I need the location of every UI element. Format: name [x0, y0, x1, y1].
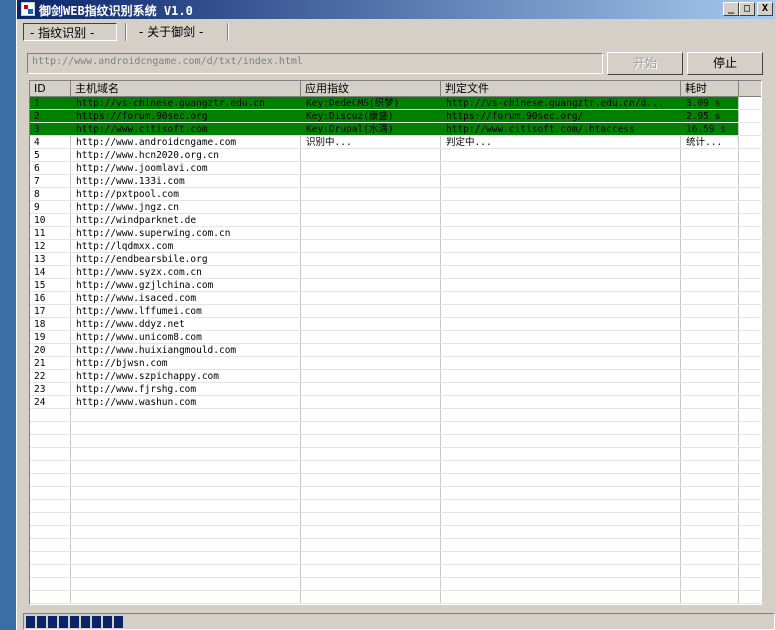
grid-line [30, 265, 761, 266]
grid-line [30, 551, 761, 552]
window-title: 御剑WEB指纹识别系统 V1.0 [39, 4, 193, 18]
results-table[interactable]: ID 主机域名 应用指纹 判定文件 耗时 1 http://vs-chinese.… [29, 80, 762, 605]
grid-line [30, 395, 761, 396]
column-header-filler [739, 81, 761, 97]
menu-about[interactable]: - 关于御剑 - [133, 23, 233, 41]
grid-line [30, 122, 761, 123]
main-window: 御剑WEB指纹识别系统 V1.0 _ □ X - 指纹识别 - - 关于御剑 -… [16, 0, 776, 630]
minimize-button[interactable]: _ [723, 2, 739, 16]
progress-block [26, 616, 35, 628]
url-input[interactable]: http://www.androidcngame.com/d/txt/index… [27, 53, 603, 74]
grid-line [30, 148, 761, 149]
grid-line [30, 369, 761, 370]
column-header-host[interactable]: 主机域名 [71, 81, 301, 97]
progress-block [81, 616, 90, 628]
grid-line [30, 590, 761, 591]
grid-line [30, 486, 761, 487]
grid-line [30, 291, 761, 292]
start-button[interactable]: 开始 [607, 52, 683, 75]
grid-line [30, 109, 761, 110]
progress-block [59, 616, 68, 628]
grid-line [30, 343, 761, 344]
grid-line [30, 538, 761, 539]
menu-bar: - 指纹识别 - - 关于御剑 - [17, 20, 775, 44]
grid-line [30, 512, 761, 513]
grid-line [30, 330, 761, 331]
stop-button[interactable]: 停止 [687, 52, 763, 75]
grid-line [30, 447, 761, 448]
grid-line [30, 135, 761, 136]
grid-line [30, 161, 761, 162]
grid-line [30, 577, 761, 578]
progress-block [114, 616, 123, 628]
grid-line [30, 226, 761, 227]
grid-line [30, 252, 761, 253]
grid-line [30, 278, 761, 279]
grid-line [30, 421, 761, 422]
status-bar [17, 608, 775, 630]
grid-line [30, 200, 761, 201]
column-header-time[interactable]: 耗时 [681, 81, 739, 97]
grid-line [30, 525, 761, 526]
progress-block [92, 616, 101, 628]
menu-separator [125, 23, 127, 41]
column-header-id[interactable]: ID [30, 81, 71, 97]
grid-line [30, 434, 761, 435]
grid-line [30, 473, 761, 474]
grid-line [30, 564, 761, 565]
grid-line [30, 304, 761, 305]
grid-line [30, 317, 761, 318]
grid-line [30, 213, 761, 214]
grid-line [30, 499, 761, 500]
maximize-button[interactable]: □ [739, 2, 755, 16]
column-header-fingerprint[interactable]: 应用指纹 [301, 81, 441, 97]
progress-block [70, 616, 79, 628]
progress-block [37, 616, 46, 628]
app-icon [21, 2, 35, 16]
progress-bar [23, 613, 775, 630]
grid-line [30, 408, 761, 409]
close-button[interactable]: X [757, 2, 773, 16]
grid-line [30, 174, 761, 175]
grid-line [30, 239, 761, 240]
grid-line [30, 603, 761, 604]
progress-block [103, 616, 112, 628]
grid-line [30, 356, 761, 357]
progress-block [48, 616, 57, 628]
title-bar[interactable]: 御剑WEB指纹识别系统 V1.0 _ □ X [17, 0, 775, 19]
menu-fingerprint[interactable]: - 指纹识别 - [23, 23, 117, 41]
grid-line [30, 382, 761, 383]
column-header-file[interactable]: 判定文件 [441, 81, 681, 97]
menu-separator [227, 23, 229, 41]
grid-line [30, 187, 761, 188]
grid-line [30, 460, 761, 461]
